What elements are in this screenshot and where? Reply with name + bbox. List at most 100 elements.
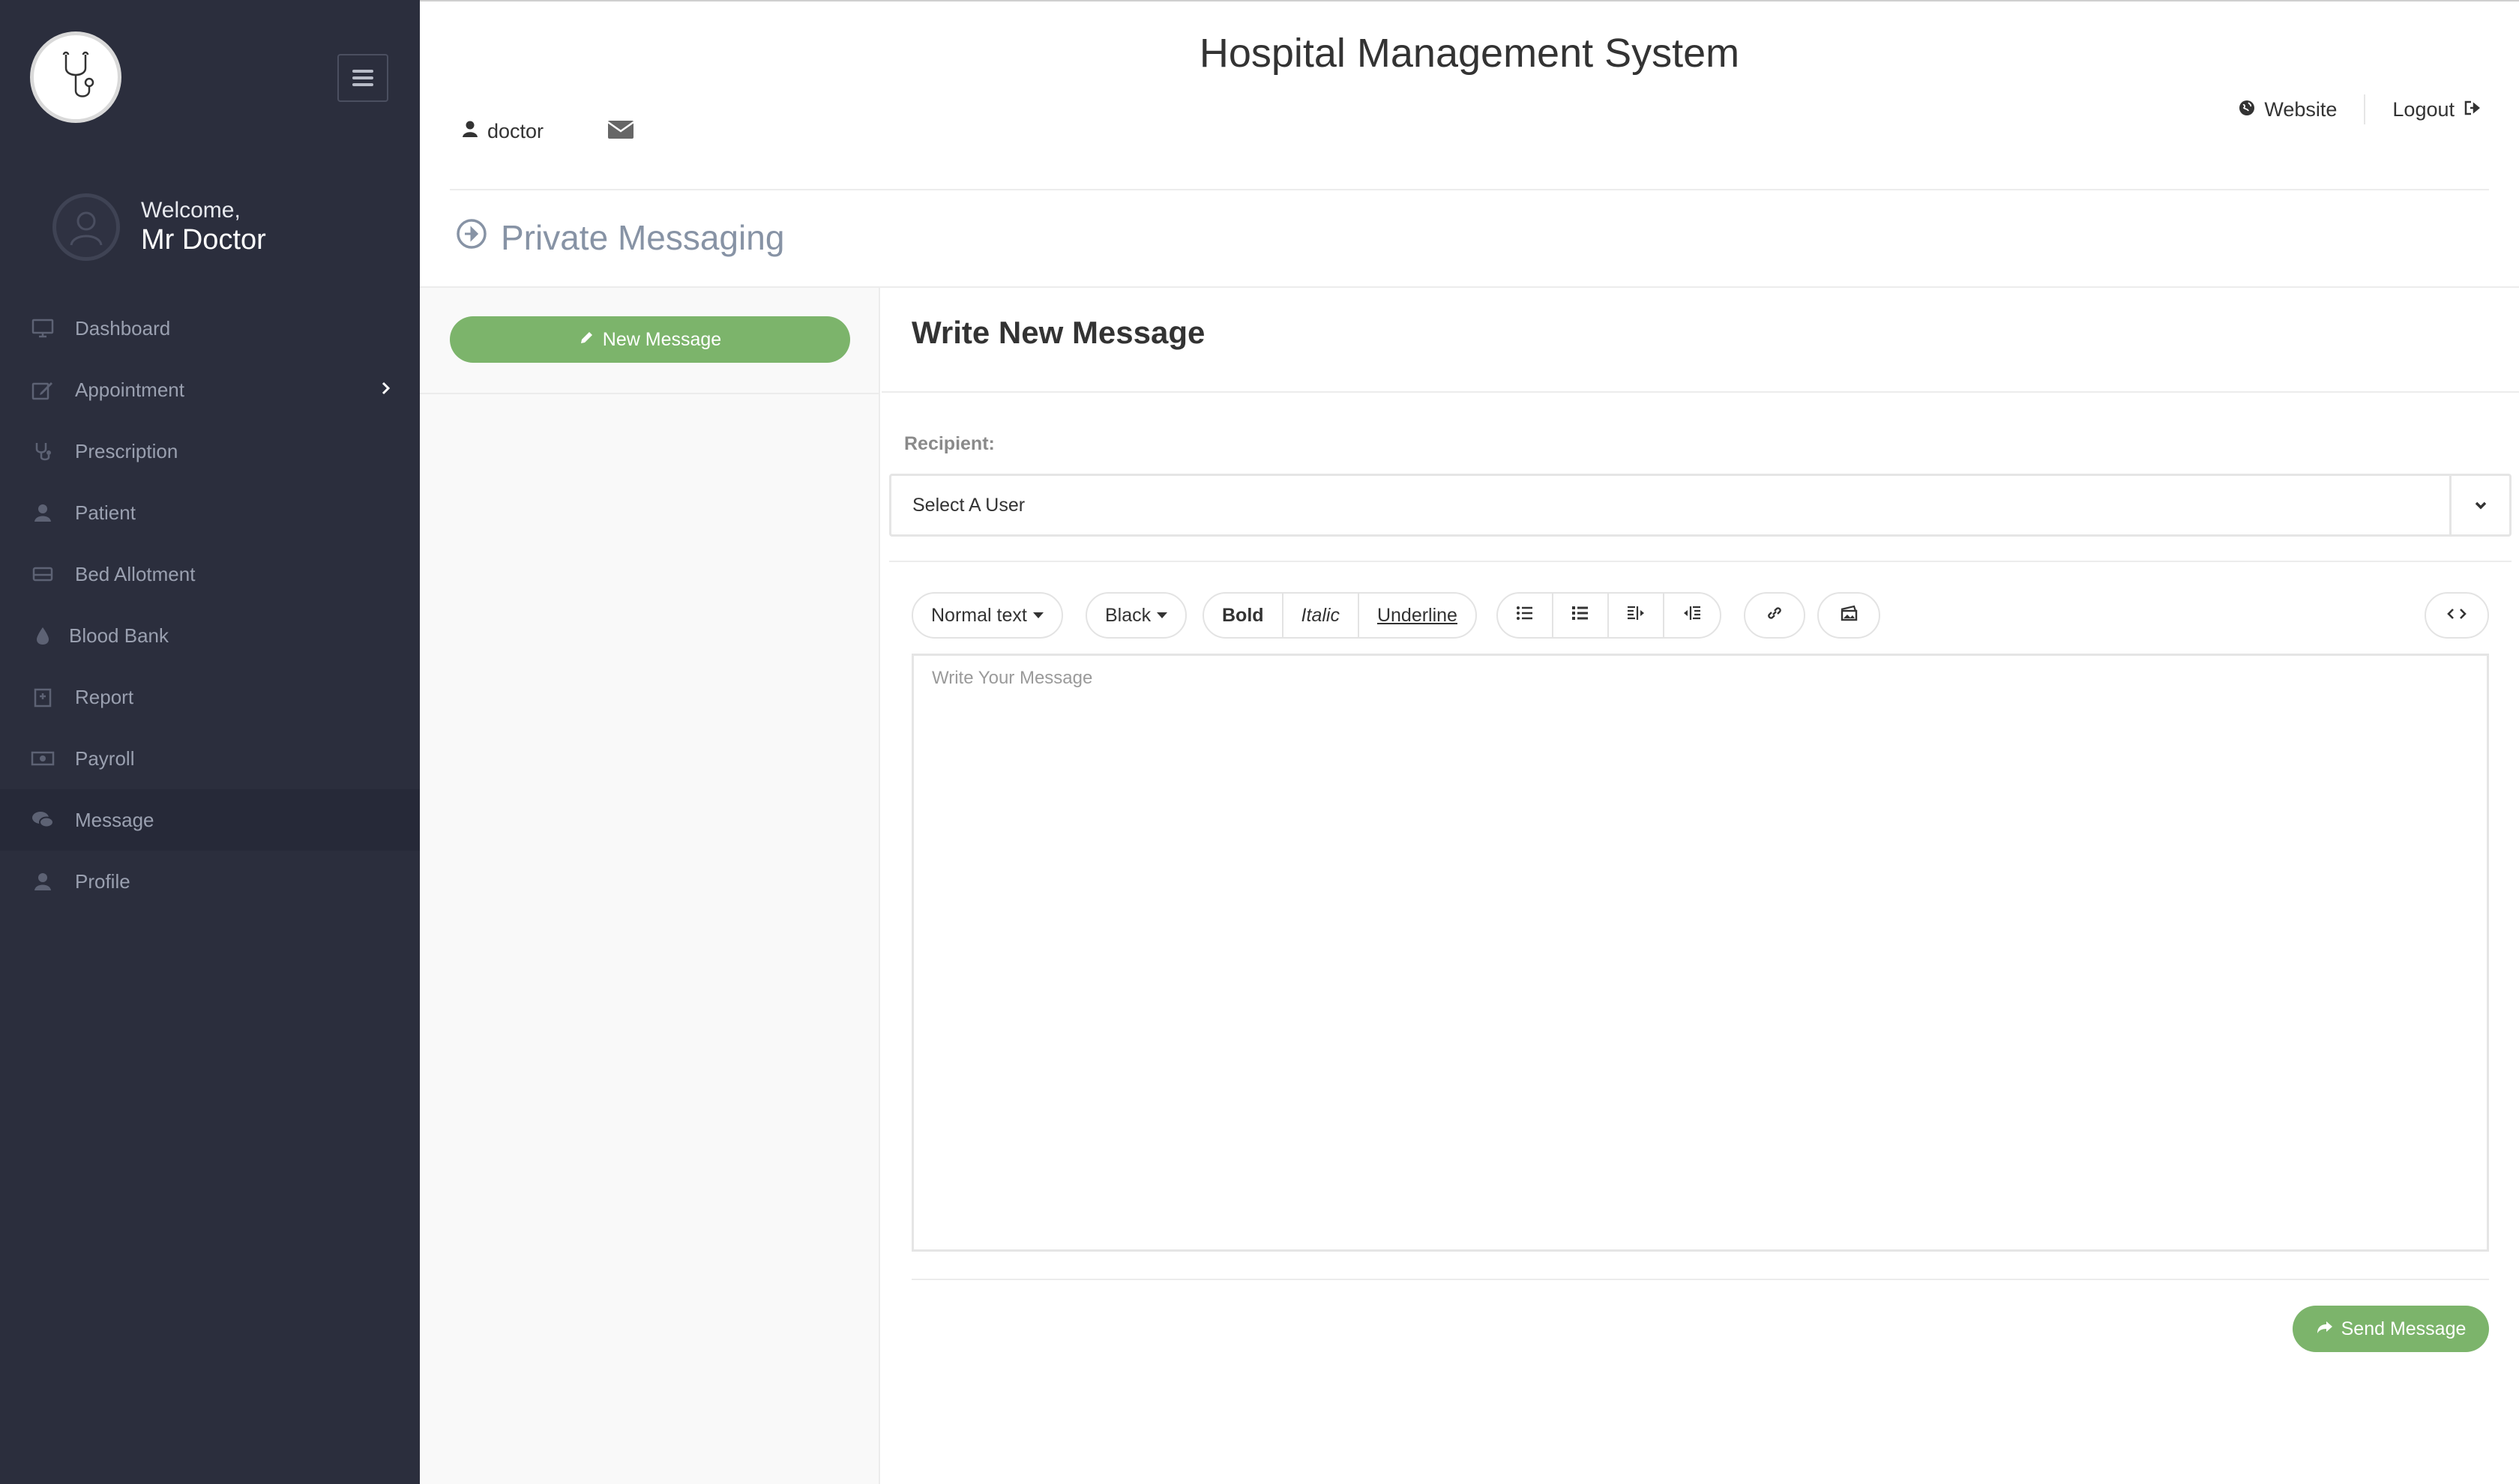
page-title: Private Messaging <box>456 217 784 258</box>
underline-button[interactable]: Underline <box>1359 594 1475 637</box>
sidebar-item-report[interactable]: Report <box>0 666 420 728</box>
sidebar-item-message[interactable]: Message <box>0 789 420 851</box>
drop-icon <box>30 623 55 648</box>
caret-down-icon <box>1032 612 1044 618</box>
emphasis-group: Bold Italic Underline <box>1203 592 1477 639</box>
html-source-button[interactable] <box>2447 594 2467 637</box>
app-root: Welcome, Mr Doctor Dashboard Appointment <box>0 0 2519 1484</box>
username: doctor <box>487 120 544 142</box>
user-icon <box>30 869 55 894</box>
sidebar-item-label: Blood Bank <box>69 624 169 647</box>
hospital-icon <box>30 684 55 710</box>
app-title: Hospital Management System <box>1199 31 1740 76</box>
send-message-label: Send Message <box>2341 1318 2467 1339</box>
indent-button[interactable] <box>1664 594 1720 637</box>
picture-icon <box>1839 605 1859 627</box>
sidebar-item-label: Patient <box>75 501 136 524</box>
share-icon <box>2316 1318 2334 1340</box>
list-unordered-icon <box>1516 605 1534 627</box>
sidebar-item-profile[interactable]: Profile <box>0 851 420 912</box>
text-style-group: Normal text <box>912 592 1063 639</box>
sidebar-item-blood-bank[interactable]: Blood Bank <box>0 605 420 666</box>
sidebar-item-patient[interactable]: Patient <box>0 482 420 543</box>
sidebar-item-label: Appointment <box>75 378 184 401</box>
header-links: Website Logout <box>2239 94 2482 124</box>
text-style-dropdown[interactable]: Normal text <box>913 594 1062 637</box>
text-color-label: Black <box>1105 604 1152 626</box>
image-group <box>1817 592 1880 639</box>
link-icon <box>1766 605 1783 627</box>
user-icon <box>30 500 55 525</box>
page-title-text: Private Messaging <box>501 218 785 257</box>
logout-link[interactable]: Logout <box>2392 98 2482 121</box>
pencil-icon <box>579 329 594 351</box>
insert-image-button[interactable] <box>1839 594 1859 637</box>
chevron-down-icon[interactable] <box>2449 476 2509 534</box>
chat-icon <box>30 807 55 833</box>
text-color-dropdown[interactable]: Black <box>1087 594 1185 637</box>
outdent-icon <box>1626 605 1646 627</box>
left-panel-divider <box>420 393 879 394</box>
editor-toolbar: Normal text Black Bold Italic Underline <box>912 592 2489 639</box>
website-link[interactable]: Website <box>2239 98 2337 121</box>
avatar[interactable] <box>52 193 120 261</box>
sidebar: Welcome, Mr Doctor Dashboard Appointment <box>0 0 420 1484</box>
text-style-label: Normal text <box>931 604 1027 626</box>
edit-icon <box>30 377 55 402</box>
compose-title-divider <box>882 391 2519 393</box>
user-menu-link[interactable]: doctor <box>462 120 544 143</box>
code-icon <box>2447 605 2467 627</box>
user-name: Mr Doctor <box>141 224 266 256</box>
sidebar-item-label: Profile <box>75 869 130 893</box>
new-message-button[interactable]: New Message <box>450 316 850 363</box>
sidebar-item-label: Payroll <box>75 746 135 770</box>
logout-label: Logout <box>2392 97 2455 121</box>
color-group: Black <box>1086 592 1188 639</box>
globe-icon <box>2239 98 2255 121</box>
sidebar-item-label: Prescription <box>75 439 178 462</box>
caret-down-icon <box>1157 612 1168 618</box>
insert-link-button[interactable] <box>1766 594 1783 637</box>
website-label: Website <box>2264 97 2338 121</box>
chevron-right-icon <box>381 380 391 400</box>
link-group <box>1744 592 1805 639</box>
source-group <box>2425 592 2489 639</box>
header-separator <box>2364 94 2366 124</box>
user-icon <box>462 120 478 143</box>
message-editor[interactable]: Write Your Message <box>912 654 2489 1252</box>
sidebar-item-payroll[interactable]: Payroll <box>0 728 420 789</box>
sidebar-toggle-button[interactable] <box>337 54 388 102</box>
message-list-panel: New Message <box>420 288 880 1484</box>
stethoscope-icon <box>30 438 55 464</box>
hamburger-icon <box>352 70 373 73</box>
unordered-list-button[interactable] <box>1498 594 1553 637</box>
user-welcome: Welcome, Mr Doctor <box>52 191 266 263</box>
monitor-icon <box>30 316 55 341</box>
outdent-button[interactable] <box>1609 594 1664 637</box>
recipient-selected-value: Select A User <box>912 494 1026 516</box>
envelope-icon[interactable] <box>607 120 634 143</box>
send-message-button[interactable]: Send Message <box>2293 1306 2489 1352</box>
new-message-label: New Message <box>602 328 722 350</box>
sidebar-item-bed-allotment[interactable]: Bed Allotment <box>0 543 420 605</box>
sidebar-item-dashboard[interactable]: Dashboard <box>0 298 420 359</box>
ordered-list-button[interactable] <box>1553 594 1609 637</box>
stethoscope-logo-icon[interactable] <box>30 31 121 123</box>
sidebar-item-label: Bed Allotment <box>75 562 196 585</box>
sidebar-nav: Dashboard Appointment Prescription Patie… <box>0 298 420 912</box>
bold-button[interactable]: Bold <box>1204 594 1283 637</box>
sidebar-item-prescription[interactable]: Prescription <box>0 420 420 482</box>
sidebar-item-label: Message <box>75 808 154 831</box>
editor-divider <box>912 1279 2489 1280</box>
bed-icon <box>30 561 55 587</box>
indent-icon <box>1682 605 1702 627</box>
italic-button[interactable]: Italic <box>1283 594 1359 637</box>
recipient-select[interactable]: Select A User <box>889 474 2512 537</box>
sidebar-item-appointment[interactable]: Appointment <box>0 359 420 420</box>
main-content: Hospital Management System doctor Websit… <box>420 0 2519 1484</box>
list-group <box>1496 592 1721 639</box>
circle-arrow-right-icon <box>456 217 487 258</box>
compose-title: Write New Message <box>912 315 1206 350</box>
header-divider <box>450 189 2489 190</box>
welcome-text: Welcome, <box>141 198 241 223</box>
